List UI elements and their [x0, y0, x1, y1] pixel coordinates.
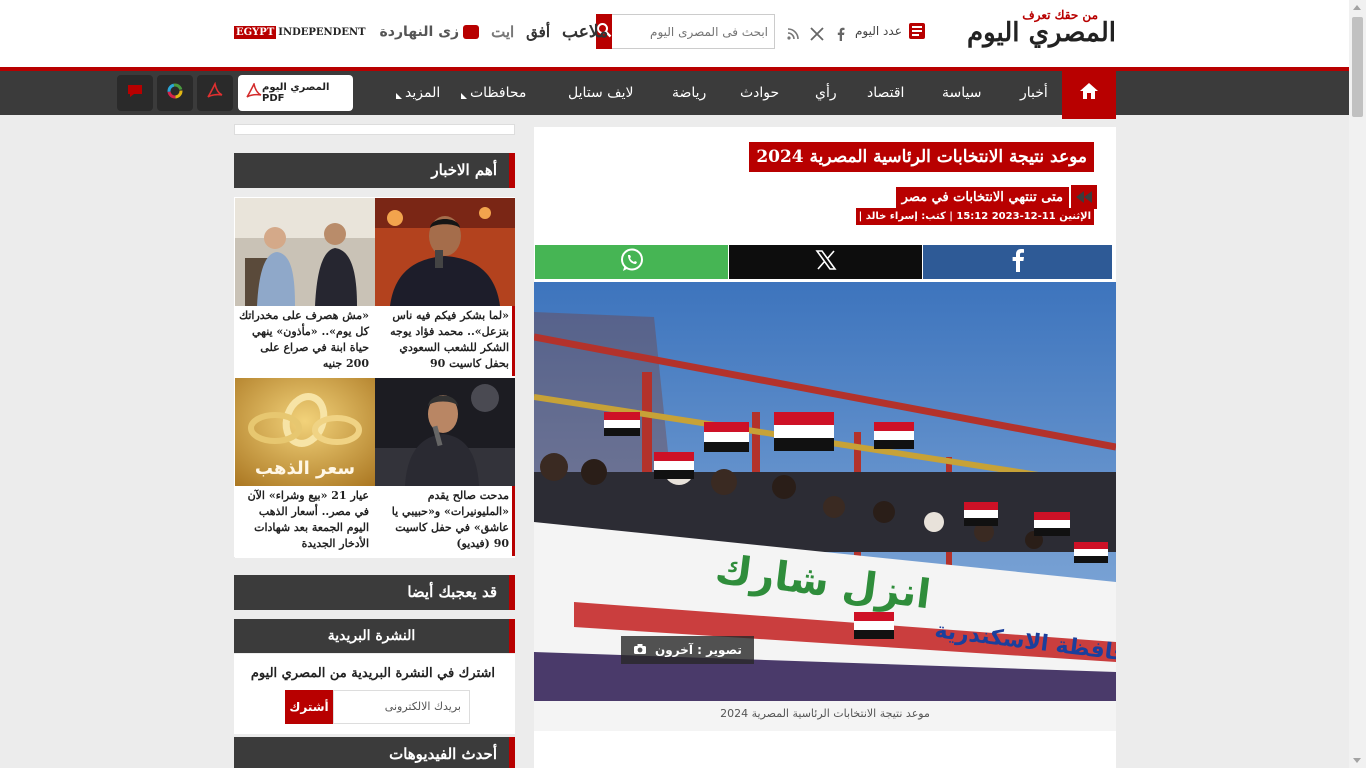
- x-icon: [814, 249, 837, 275]
- camera-icon: [633, 643, 647, 658]
- egypt-flag: [774, 412, 834, 451]
- malaeb-link[interactable]: ملاعب: [562, 22, 608, 42]
- subscribe-button[interactable]: أشترك: [285, 690, 333, 724]
- news-title[interactable]: عيار 21 «بيع وشراء» الآن في مصر.. أسعار …: [238, 488, 369, 552]
- chat-bubble-icon: [463, 25, 480, 39]
- chat-button[interactable]: [117, 75, 153, 111]
- nav-item-more[interactable]: المزيد: [395, 85, 440, 101]
- top-news-heading: أهم الاخبار: [234, 153, 515, 188]
- news-card[interactable]: مدحت صالح يقدم «المليونيرات» و«حبيبي يا …: [375, 378, 515, 558]
- pdf-edition-label: المصري اليوم PDF: [262, 82, 330, 104]
- red-accent: [512, 306, 515, 376]
- scroll-down-arrow[interactable]: [1353, 758, 1361, 763]
- whatsapp-icon: [619, 247, 645, 277]
- news-title[interactable]: «مش هصرف على مخدراتك كل يوم».. «مأذون» ي…: [238, 308, 369, 372]
- main-nav: أخبار سياسة اقتصاد رأي حوادث رياضة لايف …: [0, 67, 1349, 119]
- scroll-up-arrow[interactable]: [1353, 5, 1361, 10]
- independent-label: INDEPENDENT: [278, 26, 366, 38]
- gold-overlay-text: سعر الذهب: [255, 458, 355, 479]
- red-accent: [512, 486, 515, 556]
- partner-sites: EGYPT INDEPENDENT زى النهاردة ايت أفق مل…: [234, 16, 608, 48]
- newsletter-email-input[interactable]: بريدك الالكترونى: [333, 690, 470, 724]
- may-like-heading: قد يعجبك أيضا: [234, 575, 515, 610]
- nav-item-sports[interactable]: رياضة: [672, 85, 706, 101]
- news-card[interactable]: «مش هصرف على مخدراتك كل يوم».. «مأذون» ي…: [235, 198, 375, 378]
- newsletter-box: اشترك في النشرة البريدية من المصري اليوم…: [234, 654, 515, 734]
- site-logo[interactable]: من حقك تعرف المصري اليوم: [938, 8, 1117, 52]
- app-launcher-button[interactable]: [157, 75, 193, 111]
- news-thumbnail[interactable]: [375, 198, 515, 306]
- article-headline: موعد نتيجة الانتخابات الرئاسية المصرية 2…: [749, 142, 1094, 172]
- egypt-independent-link[interactable]: EGYPT INDEPENDENT: [234, 25, 368, 39]
- scroll-thumb[interactable]: [1352, 17, 1363, 117]
- egypt-flag: [704, 422, 749, 452]
- newsletter-heading: النشرة البريدية: [234, 619, 515, 653]
- egypt-flag: [874, 422, 914, 449]
- newsletter-text: اشترك في النشرة البريدية من المصري اليوم: [250, 666, 495, 681]
- logo-text: المصري اليوم: [967, 18, 1117, 48]
- social-links: [786, 26, 848, 41]
- zay-elnaharda-label: زى النهاردة: [379, 24, 460, 40]
- news-title[interactable]: «لما بشكر فيكم فيه ناس بتزعل».. محمد فؤا…: [378, 308, 509, 372]
- colorful-ring-icon: [166, 82, 184, 104]
- nav-item-lifestyle[interactable]: لايف ستايل: [568, 85, 634, 101]
- news-title[interactable]: مدحت صالح يقدم «المليونيرات» و«حبيبي يا …: [378, 488, 509, 552]
- facebook-icon: [1011, 248, 1025, 276]
- egypt-flag: [604, 412, 640, 436]
- article-subhead-row: متى تنتهي الانتخابات في مصر: [895, 185, 1097, 209]
- pdf-edition-button[interactable]: المصري اليوم PDF: [238, 75, 353, 111]
- top-header: من حقك تعرف المصري اليوم عدد اليوم EGYPT: [0, 0, 1349, 67]
- ib-link[interactable]: ايت: [491, 23, 514, 41]
- news-thumbnail[interactable]: سعر الذهب: [235, 378, 375, 486]
- todays-issue-label: عدد اليوم: [855, 24, 902, 38]
- egypt-flag: [964, 502, 998, 526]
- search-box: [596, 14, 775, 49]
- egypt-flag: [1034, 512, 1070, 536]
- news-card[interactable]: سعر الذهب عيار 21 «بيع وشراء» الآن في مص…: [235, 378, 375, 558]
- top-news-grid: «لما بشكر فيكم فيه ناس بتزعل».. محمد فؤا…: [234, 197, 515, 558]
- facebook-icon[interactable]: [834, 26, 848, 41]
- todays-issue-link[interactable]: عدد اليوم: [855, 21, 926, 41]
- share-whatsapp-button[interactable]: [535, 245, 728, 279]
- latest-videos-heading: أحدث الفيديوهات: [234, 737, 515, 768]
- nav-item-governorates[interactable]: محافظات: [460, 85, 526, 101]
- news-thumbnail[interactable]: [235, 198, 375, 306]
- egypt-label: EGYPT: [234, 25, 277, 39]
- egypt-flag: [1074, 542, 1108, 563]
- double-arrow-icon: [1071, 185, 1097, 209]
- acrobat-icon: [206, 81, 224, 104]
- search-input[interactable]: [612, 14, 775, 49]
- chat-bubble-icon: [126, 83, 144, 103]
- home-icon: [1079, 82, 1099, 104]
- zay-elnaharda-link[interactable]: زى النهاردة: [380, 24, 480, 40]
- egypt-flag: [854, 612, 894, 639]
- photo-credit-label: تصوير : آخرون: [655, 643, 742, 657]
- page-scrollbar[interactable]: [1349, 0, 1366, 768]
- newspaper-icon: [908, 22, 926, 40]
- article-photo[interactable]: انزل شارك محافظة الاسكندرية تصوير: آخرو…: [534, 282, 1116, 701]
- x-icon[interactable]: [810, 26, 824, 41]
- home-button[interactable]: [1062, 67, 1116, 119]
- article-meta: الإثنين 11-12-2023 15:12 | كتب: إسراء خا…: [855, 208, 1094, 225]
- article: موعد نتيجة الانتخابات الرئاسية المصرية 2…: [534, 127, 1116, 768]
- photo-credit: تصوير : آخرون: [621, 636, 754, 664]
- news-thumbnail[interactable]: [375, 378, 515, 486]
- share-facebook-button[interactable]: [923, 245, 1112, 279]
- share-x-button[interactable]: [729, 245, 922, 279]
- nav-item-economy[interactable]: اقتصاد: [867, 85, 904, 101]
- nav-item-politics[interactable]: سياسة: [942, 85, 981, 101]
- pdf-icon: [246, 81, 262, 103]
- pdf-reader-button[interactable]: [197, 75, 233, 111]
- photo-caption: موعد نتيجة الانتخابات الرئاسية المصرية 2…: [534, 701, 1116, 731]
- ad-slot: [234, 124, 515, 135]
- nav-item-news[interactable]: أخبار: [1020, 85, 1048, 101]
- rss-icon[interactable]: [786, 26, 800, 40]
- nav-item-accidents[interactable]: حوادث: [740, 85, 779, 101]
- nav-item-opinion[interactable]: رأي: [815, 85, 837, 101]
- egypt-flag: [654, 452, 694, 479]
- ofoq-link[interactable]: أفق: [526, 23, 550, 41]
- news-card[interactable]: «لما بشكر فيكم فيه ناس بتزعل».. محمد فؤا…: [375, 198, 515, 378]
- article-subhead: متى تنتهي الانتخابات في مصر: [895, 186, 1069, 208]
